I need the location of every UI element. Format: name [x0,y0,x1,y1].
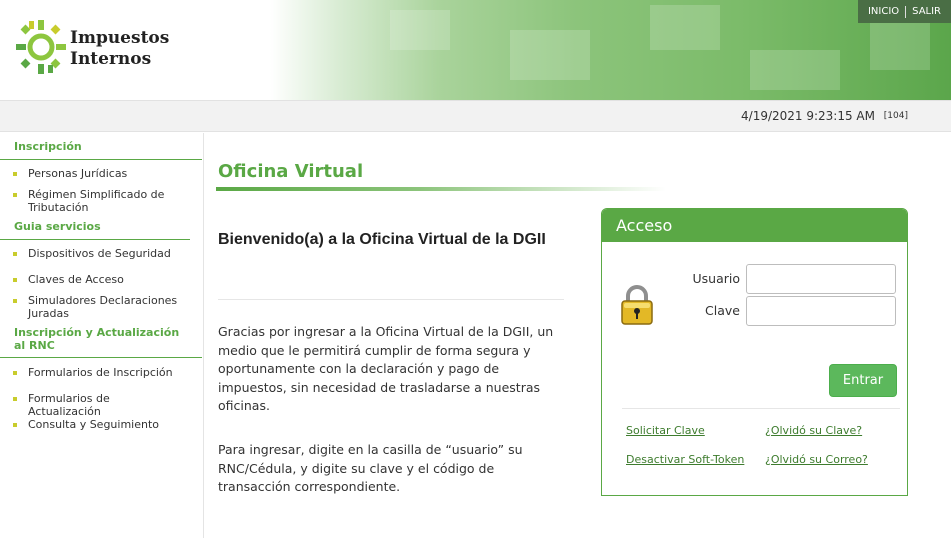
username-input[interactable] [746,264,896,294]
sidebar-heading-guia-servicios: Guia servicios [0,220,190,240]
instructions-paragraph: Para ingresar, digite en la casilla de “… [218,442,523,494]
logo-line-1: Impuestos [70,28,170,48]
nav-separator [905,5,907,18]
sidebar-item-formularios-inscripcion[interactable]: Formularios de Inscripción [0,366,190,379]
sidebar-item-personas-juridicas[interactable]: Personas Jurídicas [0,167,190,180]
forgot-key-link[interactable]: ¿Olvidó su Clave? [765,424,862,437]
username-label: Usuario [692,271,740,286]
sidebar-item-dispositivos-seguridad[interactable]: Dispositivos de Seguridad [0,247,190,260]
page-title: Oficina Virtual [218,161,364,182]
sidebar-item-consulta-seguimiento[interactable]: Consulta y Seguimiento [0,418,190,431]
forgot-email-link[interactable]: ¿Olvidó su Correo? [765,453,868,466]
nav-inicio-link[interactable]: INICIO [864,6,903,17]
current-datetime: 4/19/2021 9:23:15 AM [741,109,875,123]
request-key-link[interactable]: Solicitar Clave [626,424,705,437]
sidebar: Inscripción Personas Jurídicas Régimen S… [0,133,204,538]
sidebar-item-simuladores[interactable]: Simuladores Declaraciones Juradas [0,294,190,320]
sidebar-heading-inscripcion: Inscripción [0,140,202,160]
enter-button[interactable]: Entrar [829,364,897,397]
sidebar-item-claves-acceso[interactable]: Claves de Acceso [0,273,190,286]
server-code: [104] [883,111,908,121]
intro-paragraph: Gracias por ingresar a la Oficina Virtua… [218,324,554,413]
date-bar: 4/19/2021 9:23:15 AM [104] [0,100,951,132]
sidebar-item-regimen-simplificado[interactable]: Régimen Simplificado de Tributación [0,188,190,214]
deactivate-token-link[interactable]: Desactivar Soft-Token [626,453,744,466]
dgii-logo[interactable]: Impuestos Internos [14,18,174,76]
password-label: Clave [705,303,740,318]
nav-salir-link[interactable]: SALIR [908,6,945,17]
login-panel: Acceso Usuario Clave Entrar Solicitar Cl… [601,208,908,496]
login-divider [622,408,900,409]
welcome-heading: Bienvenido(a) a la Oficina Virtual de la… [218,231,546,248]
password-input[interactable] [746,296,896,326]
lock-icon [621,285,653,325]
sidebar-item-formularios-actualizacion[interactable]: Formularios de Actualización [0,392,190,418]
divider [218,299,564,300]
login-title: Acceso [602,209,907,242]
title-underline [216,187,666,191]
site-header: Impuestos Internos INICIO SALIR [0,0,951,100]
sidebar-heading-inscripcion-rnc: Inscripción y Actualización al RNC [0,326,202,358]
header-banner [270,0,951,100]
sun-logo-icon [16,20,66,74]
logo-line-2: Internos [70,49,152,69]
top-nav: INICIO SALIR [857,0,951,23]
